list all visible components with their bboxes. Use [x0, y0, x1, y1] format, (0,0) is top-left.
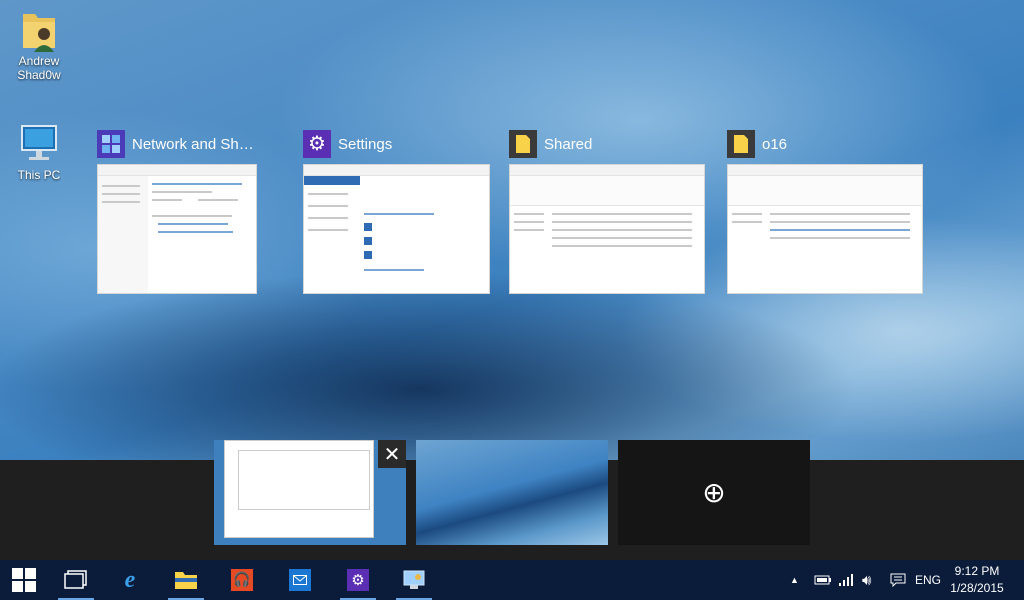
desktop-icon-label: Andrew: [18, 54, 60, 68]
folder-icon: [727, 130, 755, 158]
chevron-up-icon: ▲: [790, 575, 799, 585]
music-app-button[interactable]: 🎧: [220, 560, 264, 600]
speaker-icon: 🔊︎: [862, 571, 872, 589]
settings-app-button[interactable]: ⚙: [336, 560, 380, 600]
settings-gear-icon: ⚙: [347, 569, 369, 591]
task-view-window-o16[interactable]: o16: [727, 128, 923, 294]
clock[interactable]: 9:12 PM 1/28/2015: [942, 563, 1012, 597]
taskbar: e 🎧 ⚙ ▲ 🔊︎ ENG 9:12 PM 1/28/2015: [0, 560, 1024, 600]
window-title: Network and Sh…: [132, 135, 254, 153]
task-view-button[interactable]: [54, 560, 98, 600]
internet-explorer-icon: e: [124, 566, 136, 593]
battery-icon: [814, 575, 831, 585]
close-desktop-button[interactable]: ✕: [378, 440, 406, 468]
plus-circle-icon: ⊕: [702, 476, 726, 509]
window-title: Settings: [338, 135, 393, 153]
desktop-icon-label: Shad0w: [17, 68, 61, 82]
window-thumbnail[interactable]: [727, 164, 923, 294]
input-language-button[interactable]: ENG: [915, 560, 941, 600]
mail-icon: [289, 569, 311, 591]
start-button[interactable]: [2, 560, 46, 600]
internet-explorer-button[interactable]: e: [108, 560, 152, 600]
task-view-icon: [64, 570, 87, 589]
show-hidden-icons-button[interactable]: ▲: [790, 560, 799, 600]
window-thumbnail[interactable]: [509, 164, 705, 294]
headphones-icon: 🎧: [231, 569, 253, 591]
task-view-window-settings[interactable]: ⚙ Settings: [303, 128, 490, 294]
clock-date: 1/28/2015: [950, 581, 1004, 595]
window-title: Shared: [544, 135, 593, 153]
desktop-icon-this-pc[interactable]: This PC: [4, 122, 74, 182]
desktop-icon-user-folder[interactable]: Andrew Shad0w: [4, 8, 74, 82]
network-tray-button[interactable]: [838, 560, 854, 600]
computer-icon: [19, 122, 59, 166]
notifications-icon: [890, 573, 906, 587]
mail-app-button[interactable]: [278, 560, 322, 600]
folder-icon: [509, 130, 537, 158]
virtual-desktop-2[interactable]: [416, 440, 608, 545]
signal-bars-icon: [839, 574, 853, 586]
clock-time: 9:12 PM: [954, 564, 1000, 578]
windows-logo-icon: [12, 568, 36, 592]
task-view-window-network[interactable]: Network and Sh…: [97, 128, 257, 294]
volume-tray-button[interactable]: 🔊︎: [862, 560, 871, 600]
file-explorer-icon: [175, 572, 197, 589]
window-thumbnail[interactable]: [97, 164, 257, 294]
desktop-icon-label: This PC: [17, 168, 61, 182]
battery-tray-button[interactable]: [814, 560, 832, 600]
window-thumbnail[interactable]: [303, 164, 490, 294]
settings-gear-icon: ⚙: [303, 130, 331, 158]
file-explorer-button[interactable]: [164, 560, 208, 600]
window-title: o16: [762, 135, 788, 153]
control-panel-icon: [97, 130, 125, 158]
user-folder-icon: [19, 8, 59, 52]
control-panel-icon: [403, 570, 425, 589]
new-desktop-button[interactable]: ⊕: [618, 440, 810, 545]
control-panel-button[interactable]: [392, 560, 436, 600]
task-view-window-shared[interactable]: Shared: [509, 128, 705, 294]
action-center-button[interactable]: [890, 560, 906, 600]
